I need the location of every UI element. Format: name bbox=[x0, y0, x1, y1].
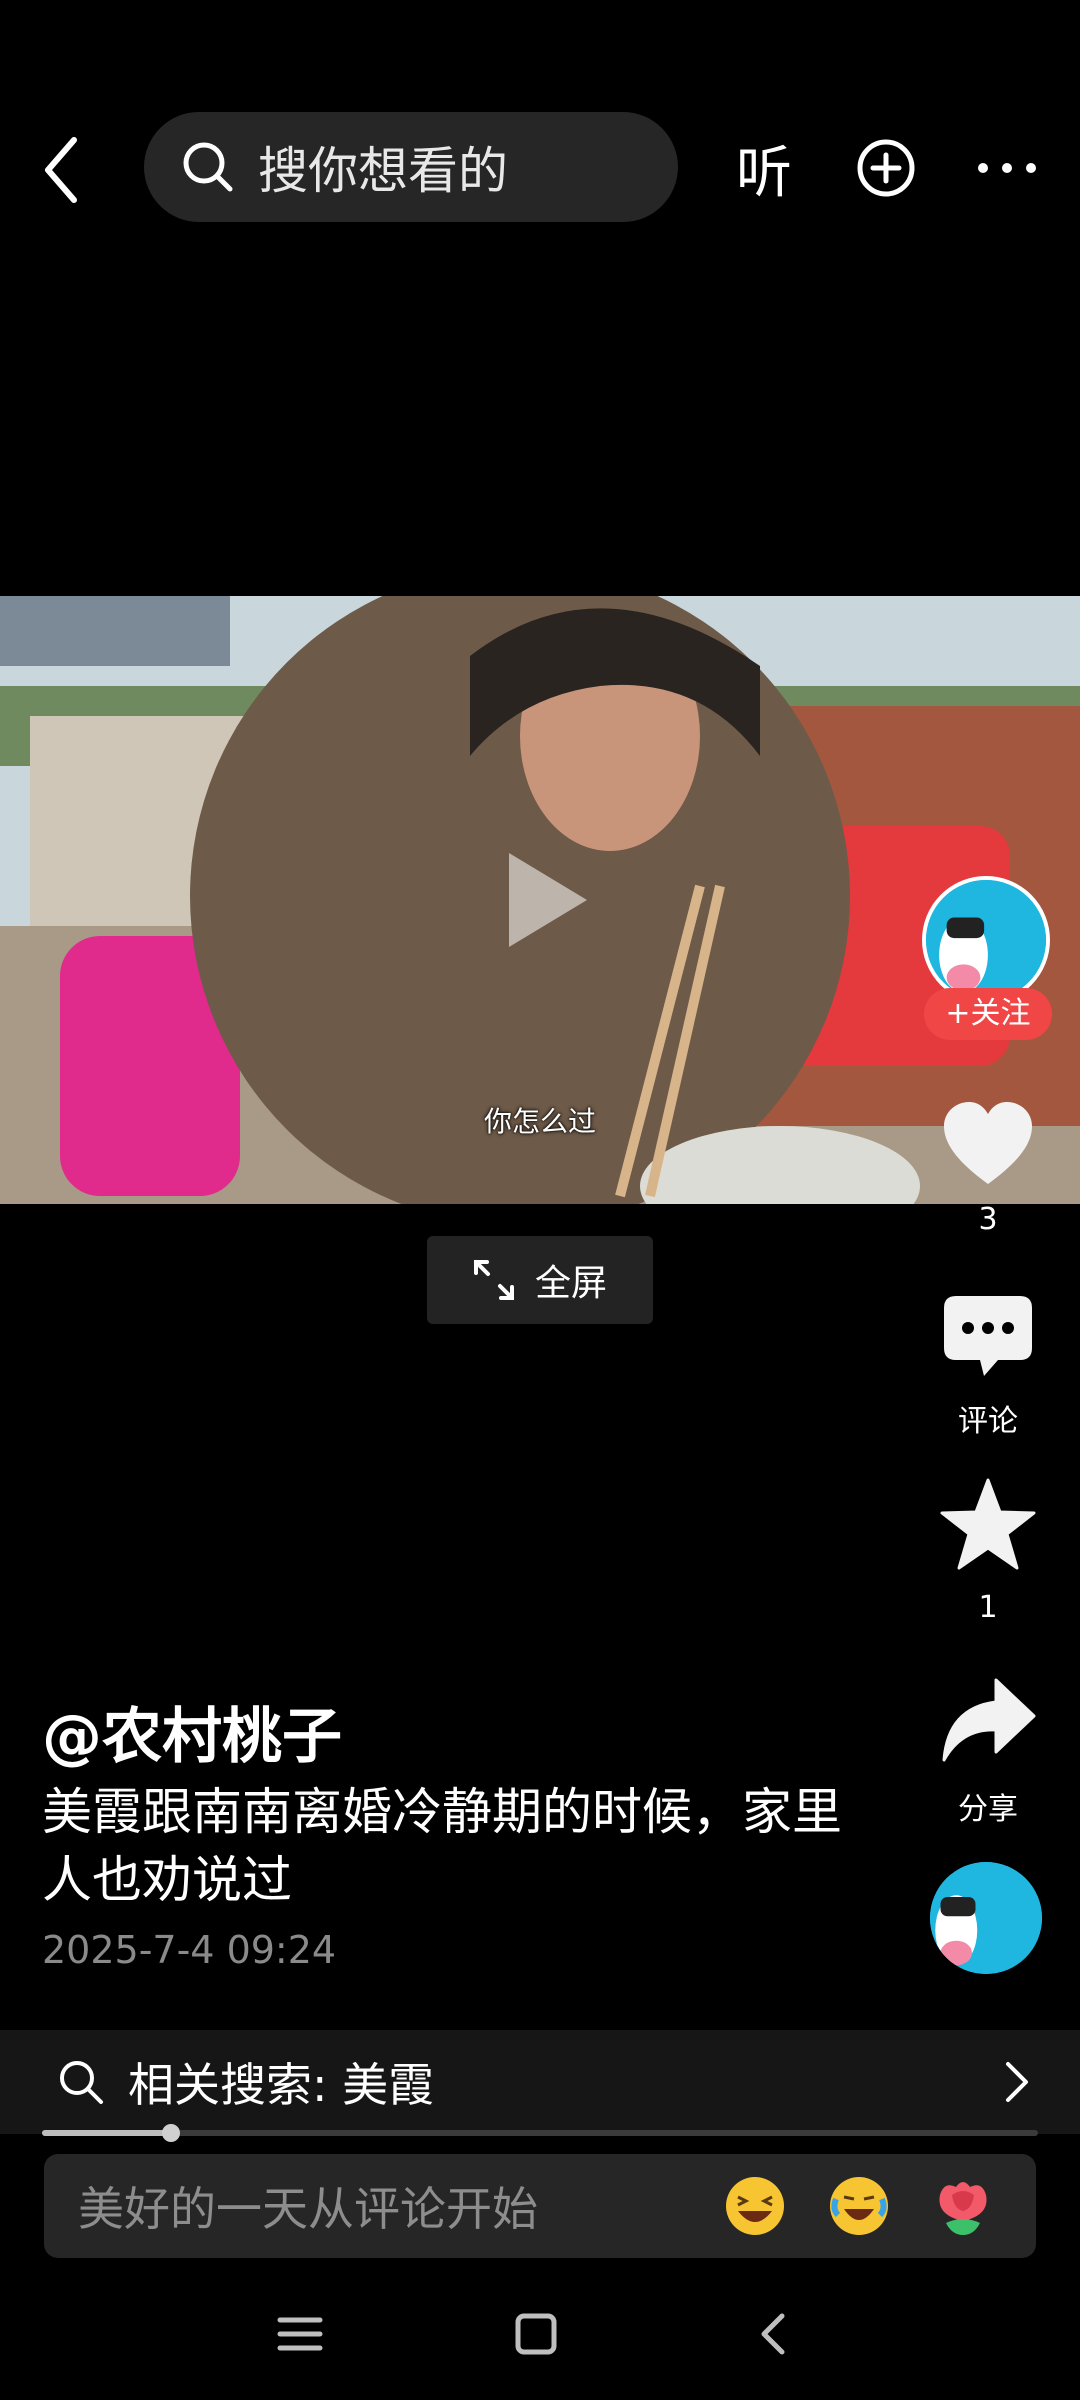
add-button[interactable] bbox=[856, 138, 916, 198]
like-count: 3 bbox=[978, 1202, 998, 1237]
star-icon bbox=[940, 1478, 1036, 1570]
like-button[interactable] bbox=[938, 1096, 1038, 1200]
search-placeholder: 搜你想看的 bbox=[258, 142, 508, 200]
more-horizontal-icon bbox=[978, 163, 1036, 173]
share-arrow-icon bbox=[942, 1678, 1036, 1762]
expand-icon bbox=[473, 1260, 514, 1300]
play-triangle-icon bbox=[509, 853, 587, 947]
post-date: 2025-7-4 09:24 bbox=[42, 1928, 337, 1972]
home-button[interactable] bbox=[506, 2304, 566, 2368]
back-chevron-icon bbox=[761, 2313, 785, 2355]
video-subtitle: 你怎么过 bbox=[483, 1105, 596, 1138]
home-square-icon bbox=[515, 2313, 557, 2355]
grinning-squint-emoji[interactable] bbox=[724, 2175, 786, 2237]
rose-emoji[interactable] bbox=[932, 2175, 994, 2237]
play-icon[interactable] bbox=[495, 845, 595, 955]
comment-input[interactable]: 美好的一天从评论开始 bbox=[44, 2154, 1036, 2258]
cow-avatar-icon bbox=[930, 1862, 1042, 1974]
author-name[interactable]: @农村桃子 bbox=[42, 1688, 342, 1775]
progress-track[interactable] bbox=[42, 2130, 1038, 2136]
menu-lines-icon bbox=[277, 2317, 323, 2351]
recent-apps-button[interactable] bbox=[270, 2304, 330, 2368]
back-arrow-icon bbox=[45, 137, 77, 203]
more-options-button[interactable] bbox=[975, 150, 1039, 186]
favorite-count: 1 bbox=[978, 1590, 998, 1625]
fullscreen-button[interactable]: 全屏 bbox=[427, 1236, 653, 1324]
author-avatar[interactable] bbox=[922, 876, 1050, 1004]
chevron-right-icon bbox=[1006, 2062, 1028, 2102]
search-icon bbox=[183, 142, 233, 192]
search-bar[interactable]: 搜你想看的 bbox=[144, 112, 678, 222]
share-label: 分享 bbox=[958, 1792, 1018, 1827]
comment-button[interactable] bbox=[938, 1286, 1038, 1390]
favorite-button[interactable] bbox=[938, 1476, 1038, 1580]
related-search-bar[interactable]: 相关搜索: 美霞 bbox=[0, 2030, 1080, 2134]
fullscreen-label: 全屏 bbox=[534, 1263, 607, 1304]
related-search-label: 相关搜索: 美霞 bbox=[128, 2058, 435, 2112]
cow-avatar-icon bbox=[926, 880, 1046, 1000]
add-circle-icon bbox=[857, 139, 915, 197]
system-back-button[interactable] bbox=[744, 2304, 804, 2368]
search-icon bbox=[60, 2061, 103, 2104]
follow-button[interactable]: +关注 bbox=[924, 988, 1052, 1040]
progress-handle[interactable] bbox=[162, 2124, 180, 2142]
comment-placeholder: 美好的一天从评论开始 bbox=[78, 2182, 538, 2236]
comment-label: 评论 bbox=[958, 1404, 1018, 1439]
share-button[interactable] bbox=[938, 1672, 1038, 1776]
heart-icon bbox=[944, 1102, 1032, 1184]
crying-laughing-emoji[interactable] bbox=[828, 2175, 890, 2237]
listen-button[interactable]: 听 bbox=[736, 128, 792, 209]
progress-fill bbox=[42, 2130, 171, 2136]
post-description[interactable]: 美霞跟南南离婚冷静期的时候，家里人也劝说过 bbox=[42, 1778, 862, 1914]
comment-bubble-icon bbox=[944, 1296, 1032, 1376]
music-disc-avatar[interactable] bbox=[930, 1862, 1042, 1974]
back-button[interactable] bbox=[30, 130, 94, 210]
